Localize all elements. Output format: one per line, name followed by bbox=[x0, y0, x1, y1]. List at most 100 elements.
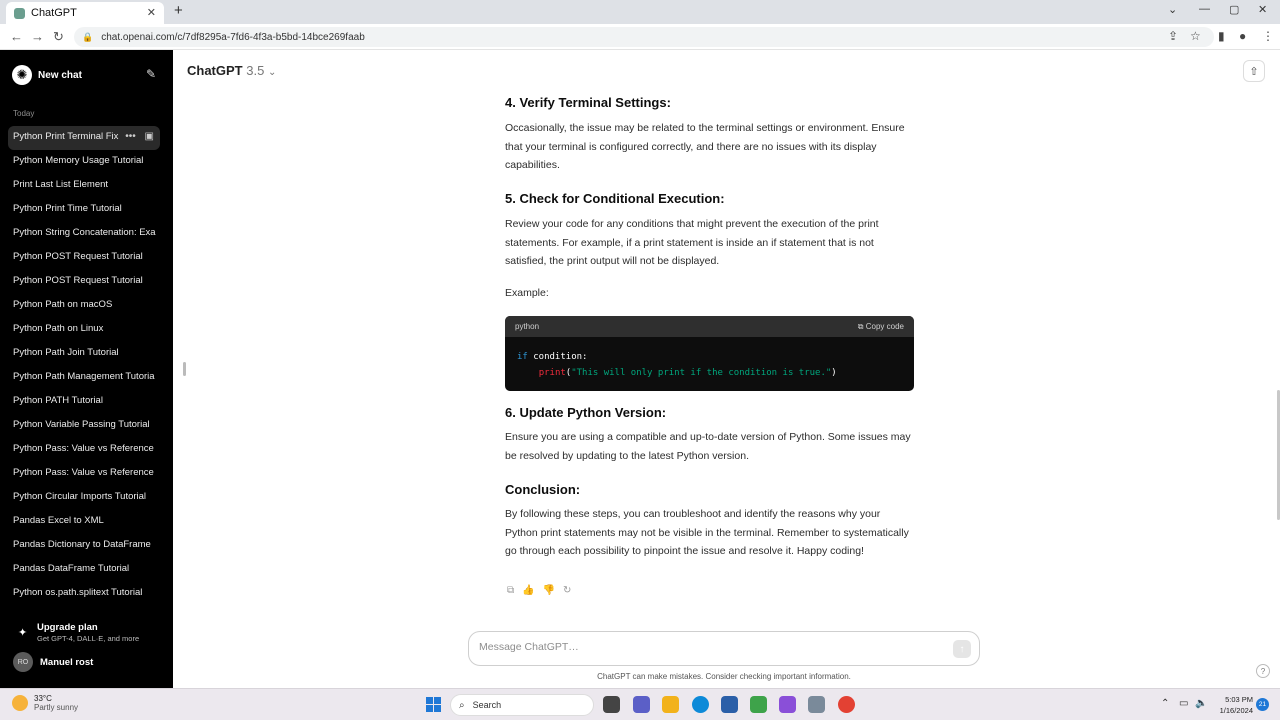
share-button[interactable]: ⇧ bbox=[1243, 60, 1265, 82]
chat-history-item[interactable]: Python Print Terminal Fix ••• ▣ bbox=[8, 126, 160, 150]
maximize-icon[interactable]: ▢ bbox=[1229, 3, 1239, 16]
clock-date: 1/16/2024 bbox=[1219, 706, 1253, 715]
thumbs-down-icon[interactable]: 👎 bbox=[543, 585, 555, 596]
taskbar-search[interactable]: ⌕ Search bbox=[450, 694, 594, 716]
back-icon[interactable]: ← bbox=[10, 29, 23, 44]
task-view-icon[interactable] bbox=[603, 696, 620, 713]
paragraph: Ensure you are using a compatible and up… bbox=[505, 431, 911, 462]
copy-code-label: Copy code bbox=[865, 321, 904, 331]
url-text: chat.openai.com/c/7df8295a-7fd6-4f3a-b5b… bbox=[101, 31, 365, 43]
edge-browser-icon[interactable] bbox=[692, 696, 709, 713]
weather-widget[interactable]: 33°C Partly sunny bbox=[12, 694, 78, 712]
chat-history-label: Python PATH Tutorial bbox=[13, 395, 103, 406]
chat-history-item[interactable]: Python String Concatenation: Exa bbox=[8, 222, 160, 246]
model-name: ChatGPT bbox=[187, 63, 243, 78]
chat-history-item[interactable]: Python POST Request Tutorial bbox=[8, 246, 160, 270]
message-input[interactable] bbox=[479, 641, 919, 653]
chat-app-icon[interactable] bbox=[633, 696, 650, 713]
upgrade-title: Upgrade plan bbox=[37, 622, 98, 633]
user-menu[interactable]: RO Manuel rost bbox=[13, 652, 93, 672]
copy-icon[interactable]: ⧉ bbox=[507, 585, 514, 596]
regenerate-icon[interactable]: ↻ bbox=[563, 585, 571, 596]
weather-condition: Partly sunny bbox=[34, 703, 79, 712]
chat-history-label: Python Path Management Tutoria bbox=[13, 371, 155, 382]
system-clock[interactable]: 5:03 PM 1/16/2024 bbox=[1215, 694, 1253, 716]
share-page-icon[interactable]: ⇪ bbox=[1168, 29, 1178, 43]
chat-history-label: Python Memory Usage Tutorial bbox=[13, 155, 144, 166]
archive-icon[interactable]: ▣ bbox=[145, 131, 154, 142]
chat-history-label: Pandas Excel to XML bbox=[13, 515, 104, 526]
copy-code-button[interactable]: ⧉ Copy code bbox=[858, 322, 904, 332]
more-options-icon[interactable]: ••• bbox=[125, 131, 136, 142]
chat-history-label: Print Last List Element bbox=[13, 179, 109, 190]
disclaimer-text: ChatGPT can make mistakes. Consider chec… bbox=[597, 672, 851, 681]
app-icon[interactable] bbox=[779, 696, 796, 713]
chat-history-item[interactable]: Pandas Dictionary to DataFrame bbox=[8, 534, 160, 558]
notification-badge[interactable]: 21 bbox=[1256, 698, 1269, 711]
code-content: if condition: print("This will only prin… bbox=[517, 352, 837, 378]
chat-history-item[interactable]: Python Path on macOS bbox=[8, 294, 160, 318]
chevron-down-icon: ⌄ bbox=[267, 67, 277, 78]
chat-history-item[interactable]: Python Pass: Value vs Reference bbox=[8, 462, 160, 486]
chat-history-item[interactable]: Python Variable Passing Tutorial bbox=[8, 414, 160, 438]
chat-history-item[interactable]: Python Path Management Tutoria bbox=[8, 366, 160, 390]
edit-icon[interactable]: ✎ bbox=[146, 67, 156, 81]
app-icon[interactable] bbox=[750, 696, 767, 713]
chat-history-item[interactable]: Python POST Request Tutorial bbox=[8, 270, 160, 294]
chrome-browser-icon[interactable] bbox=[838, 696, 855, 713]
chat-history-item[interactable]: Python PATH Tutorial bbox=[8, 390, 160, 414]
paragraph: Occasionally, the issue may be related t… bbox=[505, 122, 905, 172]
chat-history-item[interactable]: Print Last List Element bbox=[8, 174, 160, 198]
new-tab-button[interactable]: + bbox=[174, 2, 183, 19]
app-icon[interactable] bbox=[808, 696, 825, 713]
section-today-label: Today bbox=[13, 109, 35, 118]
tab-search-chevron-icon[interactable]: ⌄ bbox=[1168, 3, 1177, 16]
chat-history-item[interactable]: Python os.path.splitext Tutorial bbox=[8, 582, 160, 606]
chat-history-label: Python Pass: Value vs Reference bbox=[13, 467, 154, 478]
reload-icon[interactable]: ↻ bbox=[53, 29, 64, 45]
send-button[interactable]: ↑ bbox=[953, 640, 971, 658]
code-block: python ⧉ Copy code if condition: print("… bbox=[505, 316, 914, 391]
side-panel-icon[interactable]: ▮ bbox=[1218, 29, 1225, 43]
example-label: Example: bbox=[505, 287, 549, 299]
volume-icon[interactable]: 🔈 bbox=[1195, 698, 1207, 709]
profile-icon[interactable]: ● bbox=[1239, 29, 1246, 43]
tray-overflow-icon[interactable]: ⌃ bbox=[1161, 698, 1169, 709]
chat-history-item[interactable]: Python Memory Usage Tutorial bbox=[8, 150, 160, 174]
forward-icon[interactable]: → bbox=[31, 29, 44, 44]
window-close-icon[interactable]: ✕ bbox=[1258, 3, 1267, 16]
bookmark-star-icon[interactable]: ☆ bbox=[1190, 29, 1201, 43]
section-heading: 5. Check for Conditional Execution: bbox=[505, 191, 725, 206]
thumbs-up-icon[interactable]: 👍 bbox=[522, 585, 534, 596]
file-explorer-icon[interactable] bbox=[662, 696, 679, 713]
chat-history-item[interactable]: Python Circular Imports Tutorial bbox=[8, 486, 160, 510]
tab-close-icon[interactable]: ✕ bbox=[147, 6, 156, 19]
help-button[interactable]: ? bbox=[1256, 664, 1270, 678]
url-field[interactable]: 🔒 chat.openai.com/c/7df8295a-7fd6-4f3a-b… bbox=[74, 27, 1214, 47]
browser-tab[interactable]: ChatGPT ✕ bbox=[6, 2, 164, 24]
store-icon[interactable] bbox=[721, 696, 738, 713]
section-heading: 4. Verify Terminal Settings: bbox=[505, 95, 671, 110]
chat-history-label: Python POST Request Tutorial bbox=[13, 275, 143, 286]
chat-history-label: Pandas DataFrame Tutorial bbox=[13, 563, 130, 574]
new-chat-label: New chat bbox=[38, 69, 82, 81]
chat-history-label: Python Print Time Tutorial bbox=[13, 203, 122, 214]
chat-history-item[interactable]: Pandas DataFrame Tutorial bbox=[8, 558, 160, 582]
chat-history-item[interactable]: Pandas Excel to XML bbox=[8, 510, 160, 534]
chat-history-item[interactable]: Python Pass: Value vs Reference bbox=[8, 438, 160, 462]
code-keyword: if bbox=[517, 352, 528, 362]
sidebar-toggle-handle[interactable] bbox=[183, 362, 186, 376]
chat-history-item[interactable]: Python Path on Linux bbox=[8, 318, 160, 342]
chat-history-item[interactable]: Python Path Join Tutorial bbox=[8, 342, 160, 366]
chat-history-item[interactable]: Python Print Time Tutorial bbox=[8, 198, 160, 222]
chat-history-list: Python Print Terminal Fix ••• ▣ Python M… bbox=[8, 126, 160, 606]
code-string: "This will only print if the condition i… bbox=[571, 368, 832, 378]
arrow-up-icon: ↑ bbox=[959, 643, 965, 655]
minimize-icon[interactable]: — bbox=[1199, 3, 1210, 15]
lock-icon[interactable]: 🔒 bbox=[82, 32, 93, 43]
windows-start-icon[interactable] bbox=[426, 697, 441, 712]
browser-menu-icon[interactable]: ⋮ bbox=[1262, 29, 1274, 43]
new-chat-button[interactable]: ✺ New chat ✎ bbox=[12, 64, 162, 86]
network-icon[interactable]: ▭ bbox=[1179, 698, 1188, 709]
model-selector[interactable]: ChatGPT 3.5 ⌄ bbox=[187, 63, 276, 78]
